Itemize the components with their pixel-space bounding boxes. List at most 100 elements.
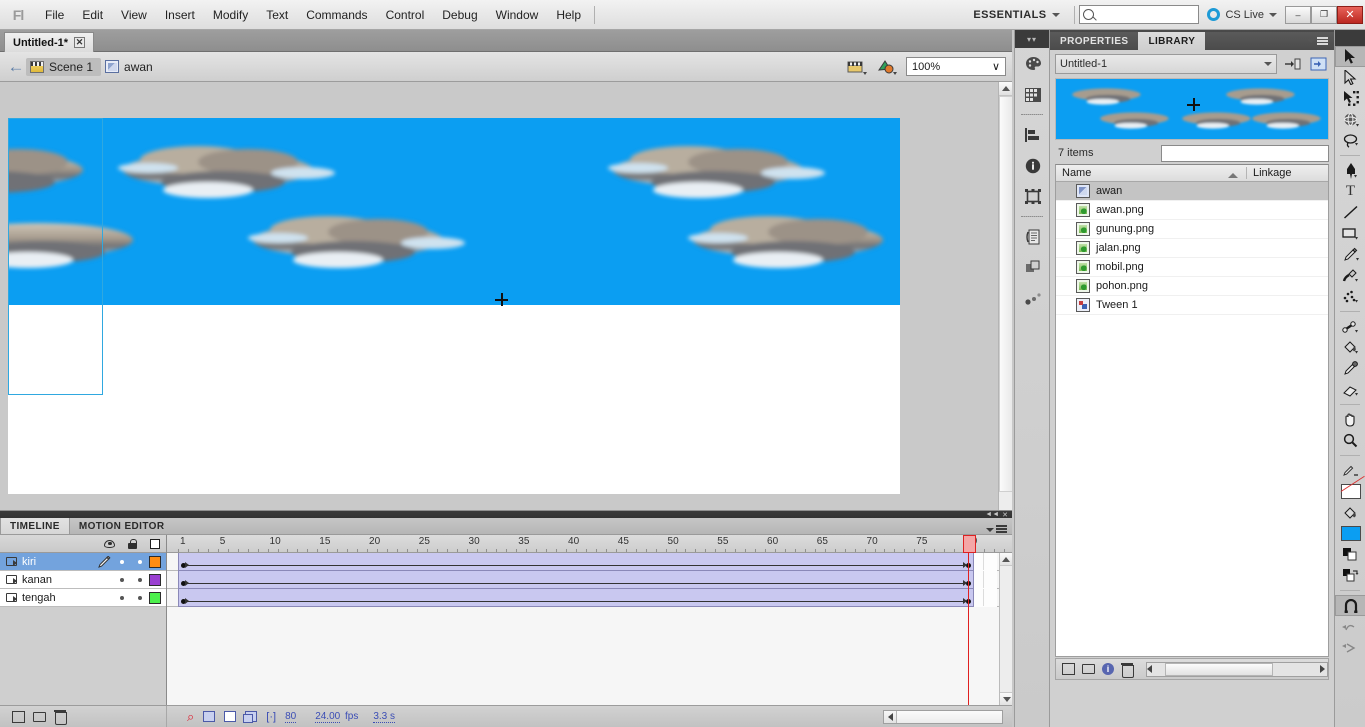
properties-icon[interactable]: i (1102, 663, 1114, 675)
fill-color-row[interactable] (1335, 502, 1365, 523)
new-layer-icon[interactable] (12, 710, 25, 723)
scroll-left-button[interactable] (884, 710, 897, 723)
layer-row-kanan[interactable]: kanan (0, 571, 166, 589)
close-icon[interactable]: ✕ (74, 37, 85, 48)
library-item-mobil-png[interactable]: mobil.png (1056, 258, 1328, 277)
info-icon[interactable] (1015, 150, 1051, 181)
pencil-tool[interactable] (1335, 244, 1365, 265)
library-search-input[interactable] (1168, 147, 1325, 159)
frame-rate-group[interactable]: 24.00 fps (315, 711, 358, 723)
breadcrumb-awan[interactable]: awan (101, 58, 161, 76)
layer-color-chip[interactable] (149, 591, 161, 604)
library-item-jalan-png[interactable]: jalan.png (1056, 239, 1328, 258)
library-item-tween-1[interactable]: Tween 1 (1056, 296, 1328, 315)
text-tool[interactable]: T (1335, 181, 1365, 202)
layer-lock-toggle[interactable] (131, 577, 149, 582)
close-button[interactable]: ✕ (1337, 5, 1363, 24)
paint-bucket-tool[interactable] (1335, 337, 1365, 358)
line-tool[interactable] (1335, 202, 1365, 223)
breadcrumb-scene-1[interactable]: Scene 1 (26, 57, 102, 76)
frame-row-tengah[interactable] (167, 589, 1012, 607)
empty-frames[interactable] (974, 589, 997, 607)
scroll-up-button[interactable] (999, 82, 1012, 96)
document-tab-untitled-1[interactable]: Untitled-1* ✕ (4, 32, 94, 52)
pin-icon[interactable] (1281, 54, 1303, 74)
selection-tool[interactable] (1335, 46, 1365, 67)
bone-tool[interactable] (1335, 316, 1365, 337)
eyedropper-tool[interactable] (1335, 358, 1365, 379)
layer-visibility-toggle[interactable] (113, 577, 131, 582)
menu-help[interactable]: Help (547, 4, 590, 26)
playhead-marker[interactable] (963, 535, 977, 553)
frame-row-kanan[interactable] (167, 571, 1012, 589)
motion-tween-span[interactable] (178, 553, 975, 571)
subselection-tool[interactable] (1335, 67, 1365, 88)
pen-tool[interactable] (1335, 160, 1365, 181)
3d-rotation-tool[interactable] (1335, 109, 1365, 130)
code-snippets-icon[interactable] (1015, 221, 1051, 252)
zoom-level-select[interactable]: 100% ∨ (906, 57, 1006, 76)
frame-row-kiri[interactable] (167, 553, 1012, 571)
swatches-icon[interactable] (1015, 79, 1051, 110)
layer-name-label[interactable]: kanan (22, 574, 96, 586)
new-folder-icon[interactable] (33, 711, 46, 722)
layer-visibility-toggle[interactable] (113, 559, 131, 564)
edit-scene-icon[interactable] (846, 57, 868, 77)
onion-bracket-icon[interactable]: [·] (266, 711, 276, 723)
panel-menu-icon[interactable] (996, 525, 1007, 534)
restore-button[interactable]: ❐ (1311, 5, 1337, 24)
layer-color-chip[interactable] (149, 555, 161, 568)
menu-control[interactable]: Control (377, 4, 434, 26)
tab-motion-editor[interactable]: MOTION EDITOR (70, 518, 174, 534)
timeline-scroll-thumb[interactable] (897, 710, 1002, 723)
library-horizontal-scrollbar[interactable] (1146, 661, 1328, 677)
layer-lock-toggle[interactable] (131, 559, 149, 564)
menu-modify[interactable]: Modify (204, 4, 257, 26)
brush-tool[interactable] (1335, 265, 1365, 286)
timeline-vertical-scrollbar[interactable] (999, 553, 1012, 705)
library-scroll-thumb[interactable] (1165, 662, 1273, 676)
layer-row-kiri[interactable]: kiri (0, 553, 166, 571)
layer-row-tengah[interactable]: tengah (0, 589, 166, 607)
back-arrow-icon[interactable]: ← (6, 58, 26, 76)
new-library-panel-icon[interactable] (1307, 54, 1329, 74)
library-document-select[interactable]: Untitled-1 (1055, 54, 1277, 74)
scroll-down-button[interactable] (1000, 692, 1012, 705)
rectangle-tool[interactable] (1335, 223, 1365, 244)
smooth-option[interactable] (1335, 616, 1365, 637)
column-header-name[interactable]: Name (1056, 167, 1246, 179)
workspace-switcher[interactable]: ESSENTIALS (969, 9, 1070, 21)
stage-area[interactable] (0, 82, 1012, 510)
eraser-tool[interactable] (1335, 379, 1365, 400)
menu-view[interactable]: View (112, 4, 156, 26)
layer-name-label[interactable]: tengah (22, 592, 96, 604)
menu-file[interactable]: File (36, 4, 73, 26)
menu-text[interactable]: Text (257, 4, 297, 26)
onion-skin-outlines-icon[interactable] (203, 711, 216, 722)
library-item-pohon-png[interactable]: pohon.png (1056, 277, 1328, 296)
black-and-white-button[interactable] (1335, 544, 1365, 565)
color-palette-icon[interactable] (1015, 48, 1051, 79)
align-icon[interactable] (1015, 119, 1051, 150)
tools-grip[interactable] (1335, 30, 1365, 46)
chevron-down-icon[interactable] (986, 527, 994, 532)
scroll-up-button[interactable] (1000, 553, 1012, 566)
delete-icon[interactable] (1121, 662, 1134, 678)
frame-ruler[interactable]: 1510152025303540455055606570758085909510 (167, 535, 1012, 553)
library-item-awan-png[interactable]: awan.png (1056, 201, 1328, 220)
free-transform-tool[interactable] (1335, 88, 1365, 109)
components-icon[interactable] (1015, 252, 1051, 283)
stroke-color-swatch[interactable] (1335, 481, 1365, 502)
tab-library[interactable]: LIBRARY (1138, 32, 1206, 50)
collapse-icon[interactable]: ◄◄ (985, 511, 999, 518)
fill-color-swatch[interactable] (1335, 523, 1365, 544)
tab-timeline[interactable]: TIMELINE (0, 518, 70, 534)
delete-layer-icon[interactable] (54, 710, 67, 725)
frame-grid[interactable] (167, 553, 1012, 705)
straighten-option[interactable] (1335, 637, 1365, 658)
layer-lock-toggle[interactable] (131, 595, 149, 600)
new-symbol-icon[interactable] (1062, 663, 1075, 675)
tab-properties[interactable]: PROPERTIES (1050, 32, 1139, 50)
chevron-down-icon[interactable] (1307, 39, 1315, 43)
dock-collapse-handle[interactable]: ▾▾ (1015, 30, 1049, 48)
